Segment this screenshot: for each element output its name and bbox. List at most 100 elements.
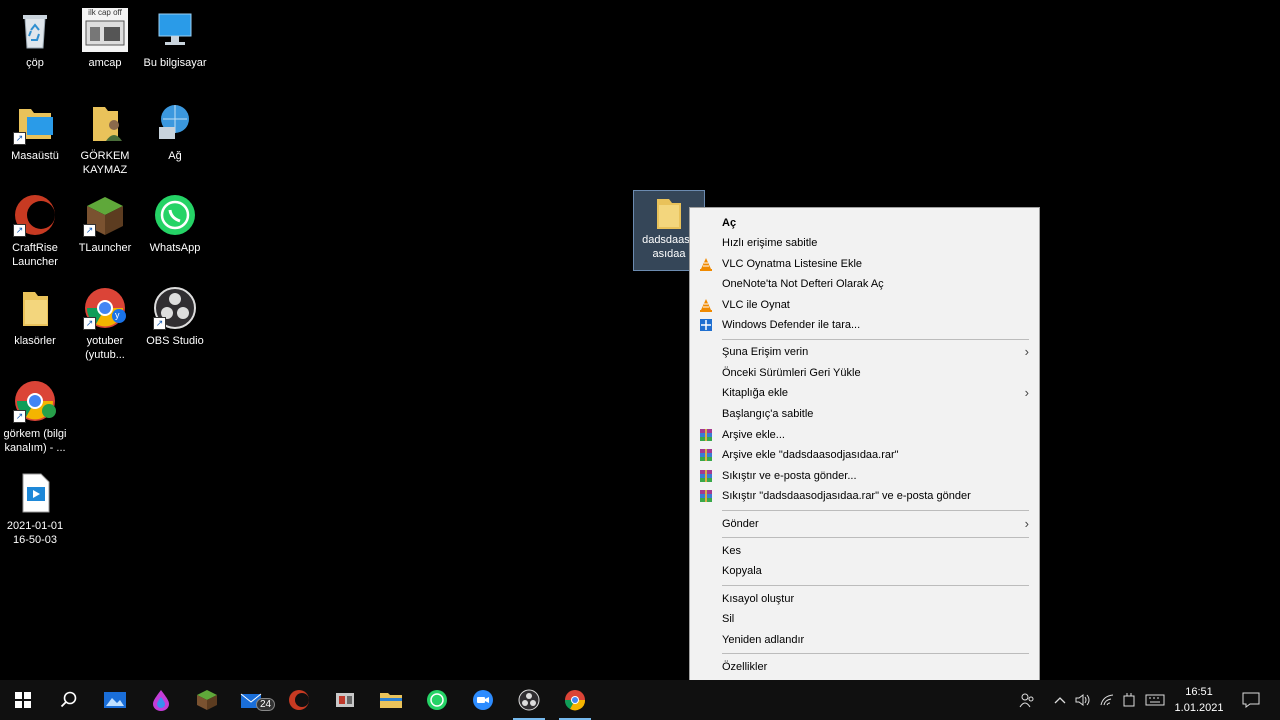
menu-item-compress-rar-email[interactable]: Sıkıştır "dadsdaasodjasıdaa.rar" ve e-po… (690, 486, 1039, 506)
menu-item-pin-start[interactable]: Başlangıç'a sabitle (690, 404, 1039, 424)
menu-item-add-archive-rar[interactable]: Arşive ekle "dadsdaasodjasıdaa.rar" (690, 445, 1039, 465)
desktop-icon-this-pc[interactable]: Bu bilgisayar (140, 8, 210, 70)
vlc-cone-icon (699, 257, 713, 271)
taskbar-chrome[interactable] (552, 680, 598, 720)
taskbar-amcap[interactable] (322, 680, 368, 720)
menu-separator (722, 653, 1029, 654)
chevron-right-icon: › (1024, 516, 1029, 531)
taskbar-mail[interactable]: 24 (230, 680, 276, 720)
amcap-thumbnail-icon: ilk cap off (82, 8, 128, 52)
file-explorer-icon (380, 693, 402, 708)
desktop-icon-recycle-bin[interactable]: çöp (0, 8, 70, 70)
desktop-icon-yotuber-chrome[interactable]: y ↗ yotuber (yutub... (70, 286, 140, 362)
menu-item-vlc-add-playlist[interactable]: VLC Oynatma Listesine Ekle (690, 254, 1039, 274)
menu-item-onenote-open[interactable]: OneNote'ta Not Defteri Olarak Aç (690, 274, 1039, 294)
user-folder-icon (83, 101, 127, 145)
menu-item-compress-email[interactable]: Sıkıştır ve e-posta gönder... (690, 466, 1039, 486)
tray-show-hidden-icons[interactable] (1050, 680, 1070, 720)
clock-date: 1.01.2021 (1174, 702, 1224, 714)
search-button[interactable] (46, 680, 92, 720)
menu-item-properties[interactable]: Özellikler (690, 657, 1039, 677)
notification-icon (1242, 692, 1260, 708)
profile-badge: y (115, 310, 120, 320)
camera-capture-icon (336, 693, 354, 707)
menu-item-cut[interactable]: Kes (690, 541, 1039, 561)
shortcut-arrow-icon: ↗ (13, 410, 26, 423)
windows-logo-icon (15, 692, 31, 708)
desktop-icon-whatsapp[interactable]: WhatsApp (140, 193, 210, 255)
obs-studio-icon: ↗ (153, 286, 197, 330)
taskbar-minecraft[interactable] (184, 680, 230, 720)
craftrise-icon: ↗ (13, 193, 57, 237)
desktop-icon-masaustu[interactable]: ↗ Masaüstü (0, 101, 70, 163)
shortcut-arrow-icon: ↗ (83, 317, 96, 330)
desktop-icon-gorkem-kaymaz[interactable]: GÖRKEM KAYMAZ (70, 101, 140, 177)
menu-item-send-to[interactable]: Gönder › (690, 514, 1039, 534)
menu-item-delete[interactable]: Sil (690, 609, 1039, 629)
taskbar-file-explorer[interactable] (368, 680, 414, 720)
folder-icon: ↗ (13, 101, 57, 145)
winrar-icon (699, 489, 713, 503)
people-icon (1019, 693, 1034, 708)
tray-keyboard[interactable] (1142, 680, 1168, 720)
taskbar-photos-app[interactable] (92, 680, 138, 720)
menu-item-restore-versions[interactable]: Önceki Sürümleri Geri Yükle (690, 363, 1039, 383)
taskbar-zoom[interactable] (460, 680, 506, 720)
defender-shield-icon (699, 318, 713, 332)
tray-network[interactable] (1096, 680, 1118, 720)
obs-studio-icon (518, 689, 540, 711)
menu-item-defender-scan[interactable]: Windows Defender ile tara... (690, 315, 1039, 335)
desktop-icon-gorkem-chrome[interactable]: ↗ görkem (bilgi kanalım) - ... (0, 379, 70, 455)
craftrise-icon (289, 690, 309, 710)
desktop-icon-label: CraftRise Launcher (12, 242, 58, 268)
droplet-icon (153, 690, 169, 711)
taskbar-clock[interactable]: 16:51 1.01.2021 (1174, 684, 1224, 716)
chrome-profile-icon: ↗ (13, 379, 57, 423)
menu-item-rename[interactable]: Yeniden adlandır (690, 630, 1039, 650)
shortcut-arrow-icon: ↗ (83, 224, 96, 237)
menu-item-create-shortcut[interactable]: Kısayol oluştur (690, 589, 1039, 609)
shortcut-arrow-icon: ↗ (13, 132, 26, 145)
tray-power[interactable] (1118, 680, 1140, 720)
chrome-icon (564, 690, 586, 711)
start-button[interactable] (0, 680, 46, 720)
whatsapp-icon (427, 690, 447, 710)
taskbar-obs[interactable] (506, 680, 552, 720)
zoom-icon (473, 690, 493, 710)
menu-item-open[interactable]: Aç (690, 213, 1039, 233)
menu-item-add-archive[interactable]: Arşive ekle... (690, 425, 1039, 445)
folder-icon (13, 286, 57, 330)
desktop-icon-amcap[interactable]: ilk cap off amcap (70, 8, 140, 70)
taskbar-whatsapp[interactable] (414, 680, 460, 720)
taskbar-craftrise[interactable] (276, 680, 322, 720)
menu-item-pin-quick-access[interactable]: Hızlı erişime sabitle (690, 233, 1039, 253)
desktop-icon-video-file[interactable]: 2021-01-01 16-50-03 (0, 471, 70, 547)
menu-item-add-library[interactable]: Kitaplığa ekle › (690, 383, 1039, 403)
tray-notifications[interactable] (1236, 680, 1266, 720)
folder-icon (653, 197, 685, 231)
taskbar-droplet-app[interactable] (138, 680, 184, 720)
video-file-icon (13, 471, 57, 515)
computer-icon (153, 8, 197, 52)
winrar-icon (699, 448, 713, 462)
desktop-icon-tlauncher[interactable]: ↗ TLauncher (70, 193, 140, 255)
chevron-right-icon: › (1024, 344, 1029, 359)
menu-item-vlc-play[interactable]: VLC ile Oynat (690, 295, 1039, 315)
context-menu: Aç Hızlı erişime sabitle VLC Oynatma Lis… (689, 207, 1040, 682)
tray-volume[interactable] (1072, 680, 1094, 720)
shortcut-arrow-icon: ↗ (153, 317, 166, 330)
menu-item-copy[interactable]: Kopyala (690, 561, 1039, 581)
desktop-icon-obs[interactable]: ↗ OBS Studio (140, 286, 210, 348)
recycle-bin-icon (13, 8, 57, 52)
menu-item-give-access[interactable]: Şuna Erişim verin › (690, 342, 1039, 362)
amcap-thumb-text: ilk cap off (88, 8, 122, 17)
desktop-icon-craftrise[interactable]: ↗ CraftRise Launcher (0, 193, 70, 269)
menu-separator (722, 339, 1029, 340)
battery-plug-icon (1123, 693, 1135, 707)
desktop-icon-label: klasörler (14, 335, 56, 347)
tray-people-button[interactable] (1014, 680, 1040, 720)
desktop-icon-network[interactable]: Ağ (140, 101, 210, 163)
desktop-icon-klasorler[interactable]: klasörler (0, 286, 70, 348)
desktop-icon-label: görkem (bilgi kanalım) - ... (3, 428, 67, 454)
vlc-cone-icon (699, 298, 713, 312)
